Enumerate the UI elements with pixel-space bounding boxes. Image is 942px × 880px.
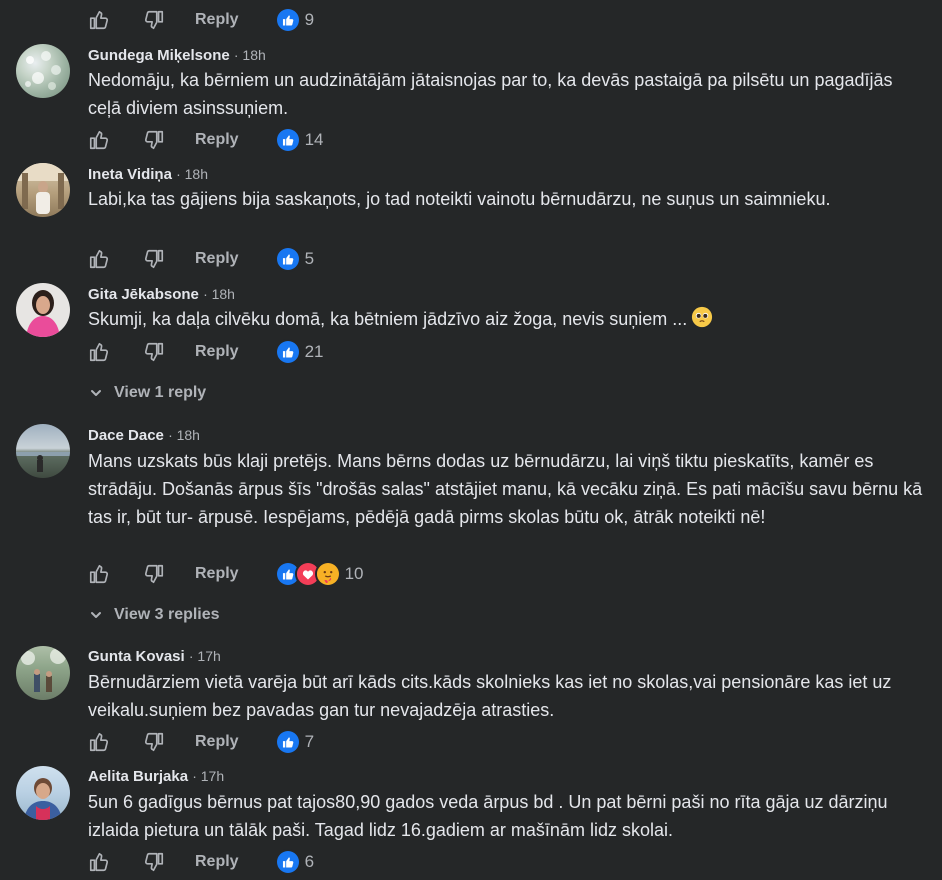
author-name[interactable]: Ineta Vidiņa (88, 166, 172, 183)
pleading-face-icon (691, 306, 713, 328)
comment-text-content: Skumji, ka daļa cilvēku domā, ka bētniem… (88, 309, 688, 329)
thumbs-down-icon[interactable] (143, 248, 165, 270)
avatar[interactable] (16, 163, 70, 217)
reply-button[interactable]: Reply (195, 565, 239, 583)
reaction-summary[interactable]: 9 (274, 7, 315, 33)
thumbs-down-icon[interactable] (143, 851, 165, 873)
comment-text: 5un 6 gadīgus bērnus pat tajos80,90 gado… (88, 792, 888, 840)
avatar-image (25, 51, 61, 90)
comment-header: Ineta Vidiņa · 18h (88, 166, 208, 183)
view-replies-link[interactable]: View 3 replies (88, 606, 220, 624)
thumbs-up-icon[interactable] (88, 248, 110, 270)
thumbs-down-icon[interactable] (143, 731, 165, 753)
reaction-count: 9 (304, 10, 315, 29)
reply-button[interactable]: Reply (195, 250, 239, 268)
avatar-image (26, 290, 60, 337)
chevron-down-icon (88, 607, 104, 623)
reaction-summary[interactable]: 5 (274, 246, 315, 272)
author-name[interactable]: Gundega Miķelsone (88, 47, 230, 64)
comment-actions: Reply 5 (88, 246, 315, 272)
author-name[interactable]: Aelita Burjaka (88, 768, 188, 785)
view-replies-label: View 3 replies (114, 606, 220, 623)
timestamp[interactable]: · 18h (168, 427, 200, 443)
thumbs-down-icon[interactable] (143, 9, 165, 31)
comment-text: Skumji, ka daļa cilvēku domā, ka bētniem… (88, 305, 928, 333)
chevron-down-icon (88, 385, 104, 401)
comment-actions: Reply 6 (88, 849, 315, 875)
reaction-count: 10 (344, 564, 364, 583)
avatar[interactable] (16, 766, 70, 820)
care-reaction-icon (314, 561, 341, 587)
comment-actions: Reply 10 (88, 561, 364, 587)
timestamp[interactable]: · 18h (176, 166, 208, 182)
comment-header: Gita Jēkabsone · 18h (88, 286, 235, 303)
reaction-count: 7 (304, 732, 315, 751)
comment-actions: Reply 14 (88, 127, 324, 153)
reaction-summary[interactable]: 14 (274, 127, 324, 153)
avatar[interactable] (16, 424, 70, 478)
avatar-image (16, 163, 70, 214)
thumbs-up-icon[interactable] (88, 731, 110, 753)
thumbs-up-icon[interactable] (88, 563, 110, 585)
timestamp[interactable]: · 17h (192, 768, 224, 784)
reaction-summary[interactable]: 7 (274, 729, 315, 755)
like-reaction-icon (274, 339, 301, 365)
thumbs-down-icon[interactable] (143, 129, 165, 151)
avatar-image (24, 778, 62, 820)
comment-header: Aelita Burjaka · 17h (88, 768, 224, 785)
reaction-count: 14 (304, 130, 324, 149)
reply-button[interactable]: Reply (195, 11, 239, 29)
reaction-count: 5 (304, 249, 315, 268)
comment-text: Nedomāju, ka bērniem un audzinātājām jāt… (88, 70, 893, 118)
author-name[interactable]: Dace Dace (88, 427, 164, 444)
comment-text: Labi,ka tas gājiens bija saskaņots, jo t… (88, 189, 831, 209)
comment-actions: Reply 7 (88, 729, 315, 755)
reply-button[interactable]: Reply (195, 733, 239, 751)
reaction-summary[interactable]: 21 (274, 339, 324, 365)
like-reaction-icon (274, 246, 301, 272)
like-reaction-icon (274, 729, 301, 755)
thumbs-up-icon[interactable] (88, 129, 110, 151)
avatar[interactable] (16, 646, 70, 700)
like-reaction-icon (274, 127, 301, 153)
thumbs-up-icon[interactable] (88, 9, 110, 31)
view-replies-label: View 1 reply (114, 384, 207, 401)
thumbs-down-icon[interactable] (143, 341, 165, 363)
timestamp[interactable]: · 17h (189, 648, 221, 664)
timestamp[interactable]: · 18h (234, 47, 266, 63)
thumbs-down-icon[interactable] (143, 563, 165, 585)
comment-text: Bērnudārziem vietā varēja būt arī kāds c… (88, 672, 892, 720)
thumbs-up-icon[interactable] (88, 341, 110, 363)
comment-actions: Reply 21 (88, 339, 324, 365)
avatar[interactable] (16, 44, 70, 98)
reaction-summary[interactable]: 6 (274, 849, 315, 875)
comment-header: Dace Dace · 18h (88, 427, 200, 444)
timestamp[interactable]: · 18h (203, 286, 235, 302)
author-name[interactable]: Gita Jēkabsone (88, 286, 199, 303)
reply-button[interactable]: Reply (195, 131, 239, 149)
reaction-count: 21 (304, 342, 324, 361)
avatar-image (16, 452, 70, 472)
comment-header: Gunta Kovasi · 17h (88, 648, 221, 665)
like-reaction-icon (274, 849, 301, 875)
comment-header: Gundega Miķelsone · 18h (88, 47, 266, 64)
author-name[interactable]: Gunta Kovasi (88, 648, 185, 665)
view-replies-link[interactable]: View 1 reply (88, 384, 206, 402)
avatar[interactable] (16, 283, 70, 337)
like-reaction-icon (274, 7, 301, 33)
comment-actions-top: Reply 9 (88, 7, 315, 33)
avatar-image (21, 648, 66, 692)
thumbs-up-icon[interactable] (88, 851, 110, 873)
comment-text: Mans uzskats būs klaji pretējs. Mans bēr… (88, 451, 923, 527)
reply-button[interactable]: Reply (195, 853, 239, 871)
reaction-count: 6 (304, 852, 315, 871)
reaction-summary[interactable]: 10 (274, 561, 364, 587)
reply-button[interactable]: Reply (195, 343, 239, 361)
